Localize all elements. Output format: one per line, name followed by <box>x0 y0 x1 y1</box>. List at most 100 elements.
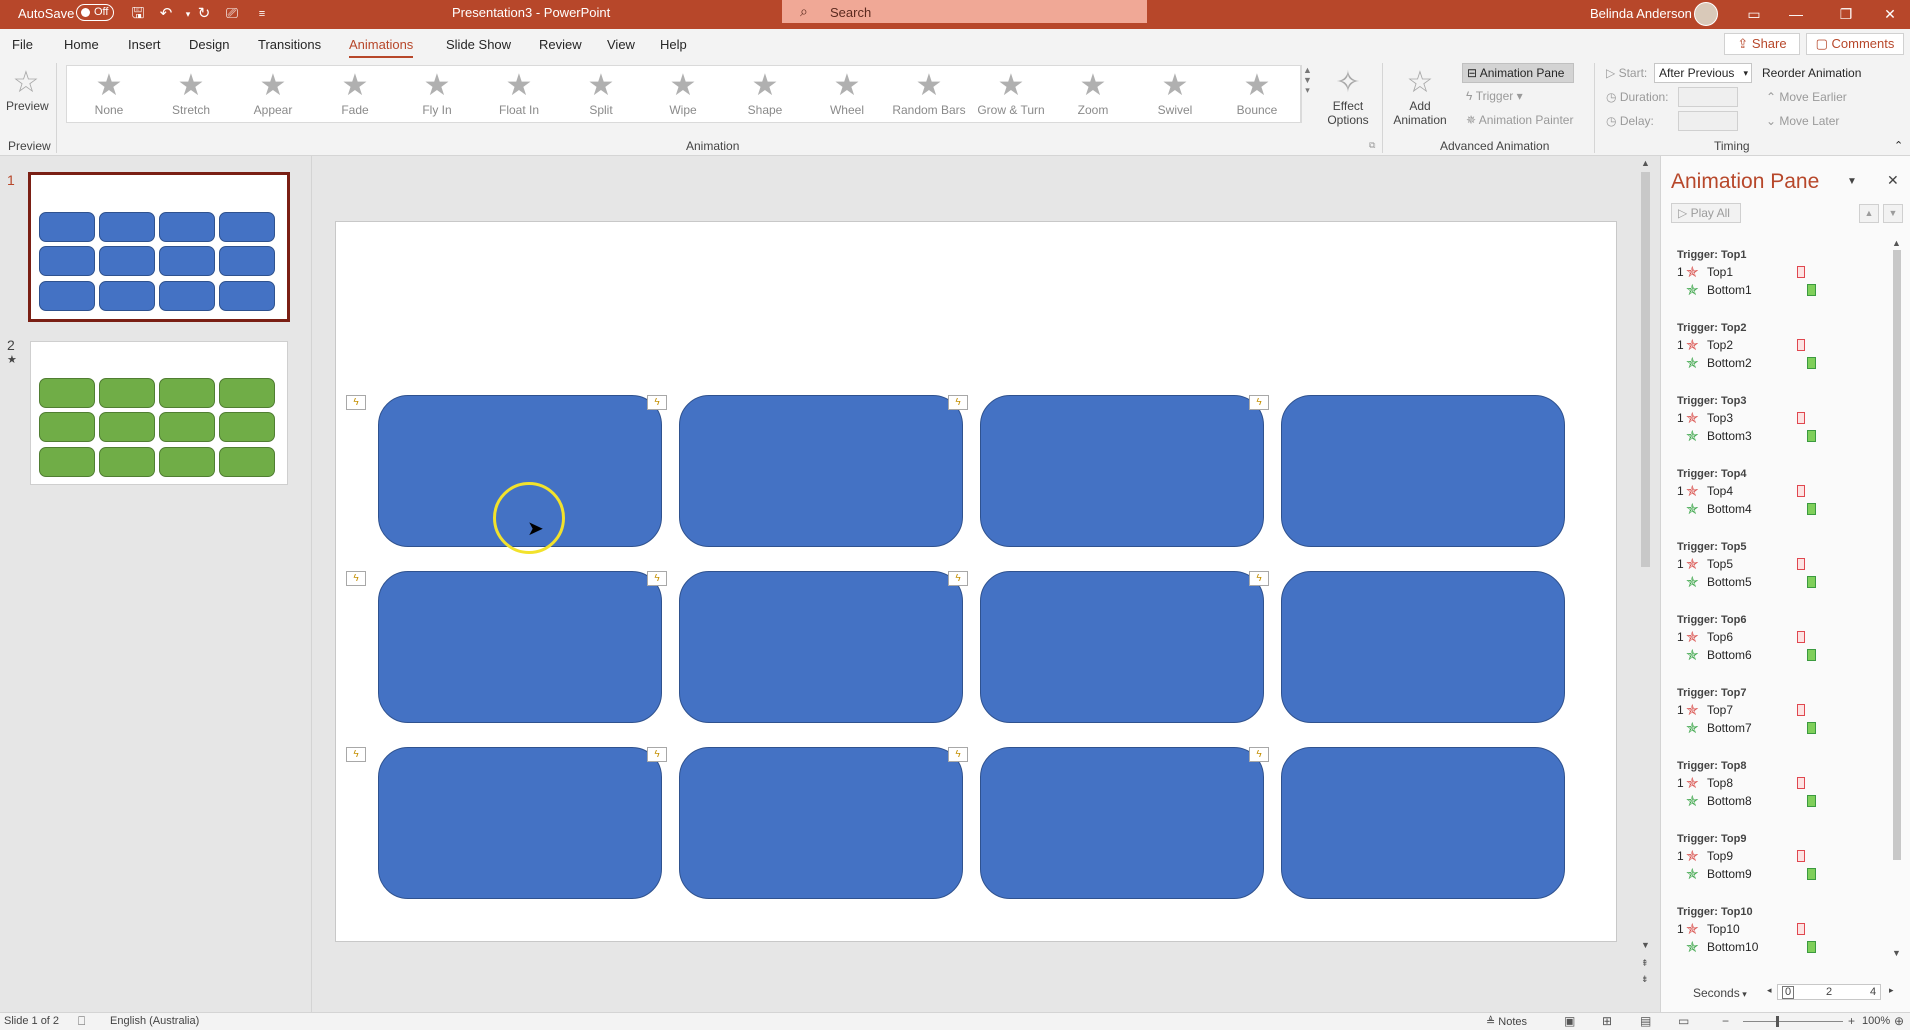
trigger-lightning-icon[interactable]: ϟ <box>948 571 968 586</box>
move-down-icon[interactable]: ▼ <box>1883 204 1903 223</box>
anim-split[interactable]: ★ Split <box>561 69 641 117</box>
anim-float-in[interactable]: ★ Float In <box>479 69 559 117</box>
trigger-button[interactable]: ϟ Trigger ▾ <box>1466 89 1523 103</box>
anim-grow-turn[interactable]: ★ Grow & Turn <box>971 69 1051 117</box>
tab-animations[interactable]: Animations <box>349 37 414 58</box>
trigger-lightning-icon[interactable]: ϟ <box>1249 747 1269 762</box>
fit-slide-icon[interactable]: ⊕ <box>1894 1014 1904 1028</box>
tab-review[interactable]: Review <box>539 37 582 52</box>
trigger-lightning-icon[interactable]: ϟ <box>948 747 968 762</box>
animation-pane-button[interactable]: ⊟ Animation Pane <box>1462 63 1574 83</box>
shape-row2[interactable] <box>1281 571 1565 723</box>
shape-row3[interactable] <box>1281 747 1565 899</box>
animation-item[interactable]: ✯ Bottom7 <box>1677 720 1889 738</box>
tab-help[interactable]: Help <box>660 37 687 52</box>
close-icon[interactable]: ✕ <box>1880 4 1900 24</box>
anim-zoom[interactable]: ★ Zoom <box>1053 69 1133 117</box>
shape-row3[interactable] <box>679 747 963 899</box>
zoom-slider-knob[interactable] <box>1776 1016 1779 1027</box>
slide-sorter-icon[interactable]: ⊞ <box>1602 1014 1612 1028</box>
save-icon[interactable]: 🖫 <box>128 4 148 24</box>
present-icon[interactable]: ⎚ <box>222 4 242 24</box>
restore-icon[interactable]: ❐ <box>1836 4 1856 24</box>
shape-row2[interactable] <box>980 571 1264 723</box>
trigger-lightning-icon[interactable]: ϟ <box>647 395 667 410</box>
animation-item[interactable]: 1 ✯ Top4 <box>1677 483 1889 501</box>
preview-button[interactable]: ☆ Preview <box>6 67 49 114</box>
animation-item[interactable]: ✯ Bottom2 <box>1677 355 1889 373</box>
undo-icon[interactable]: ↶ <box>156 4 176 24</box>
pane-close-icon[interactable]: ✕ <box>1887 172 1899 189</box>
anim-swivel[interactable]: ★ Swivel <box>1135 69 1215 117</box>
scroll-down-icon[interactable]: ▼ <box>1892 948 1901 958</box>
animation-pane-scrollbar[interactable]: ▲ ▼ <box>1889 238 1903 960</box>
ribbon-display-icon[interactable]: ▭ <box>1744 4 1764 24</box>
gallery-more-icon[interactable]: ▾ <box>1301 85 1314 96</box>
effect-options-button[interactable]: ✧ Effect Options <box>1326 67 1370 128</box>
anim-fly-in[interactable]: ★ Fly In <box>397 69 477 117</box>
animation-painter-button[interactable]: ✵ Animation Painter <box>1466 113 1573 127</box>
animation-item[interactable]: ✯ Bottom9 <box>1677 866 1889 884</box>
anim-wheel[interactable]: ★ Wheel <box>807 69 887 117</box>
redo-icon[interactable]: ↻ <box>194 4 214 24</box>
zoom-slider[interactable] <box>1743 1021 1843 1022</box>
animation-item[interactable]: ✯ Bottom8 <box>1677 793 1889 811</box>
gallery-down-icon[interactable]: ▼ <box>1301 75 1314 85</box>
notes-button[interactable]: ≜ Notes <box>1486 1015 1527 1028</box>
animation-item[interactable]: 1 ✯ Top6 <box>1677 629 1889 647</box>
shape-top3[interactable] <box>980 395 1264 547</box>
tab-slide-show[interactable]: Slide Show <box>446 37 511 52</box>
seconds-dropdown[interactable]: Seconds ▾ <box>1693 986 1747 1000</box>
trigger-lightning-icon[interactable]: ϟ <box>647 571 667 586</box>
animation-item[interactable]: ✯ Bottom5 <box>1677 574 1889 592</box>
play-all-button[interactable]: ▷ Play All <box>1671 203 1741 223</box>
share-button[interactable]: ⇪ Share <box>1724 33 1800 55</box>
spelling-icon[interactable]: ⎕ <box>78 1014 85 1029</box>
anim-shape[interactable]: ★ Shape <box>725 69 805 117</box>
anim-random-bars[interactable]: ★ Random Bars <box>889 69 969 117</box>
pane-options-icon[interactable]: ▼ <box>1847 176 1857 187</box>
gallery-scroll[interactable]: ▲ ▼ ▾ <box>1300 65 1314 123</box>
anim-appear[interactable]: ★ Appear <box>233 69 313 117</box>
animation-item[interactable]: ✯ Bottom6 <box>1677 647 1889 665</box>
comments-button[interactable]: ▢ Comments <box>1806 33 1904 55</box>
editor-scrollbar[interactable]: ▲ ▼ ⇞ ⇟ <box>1638 156 1652 990</box>
shape-top4[interactable] <box>1281 395 1565 547</box>
animation-item[interactable]: 1 ✯ Top10 <box>1677 921 1889 939</box>
duration-input[interactable] <box>1678 87 1738 107</box>
slide-canvas[interactable]: ϟ ϟ ϟ ϟ ϟ ϟ ϟ ϟ ϟ ϟ ϟ ϟ <box>335 221 1617 942</box>
collapse-ribbon-icon[interactable]: ⌃ <box>1894 139 1903 152</box>
tab-file[interactable]: File <box>12 37 33 52</box>
autosave-toggle[interactable]: Off <box>76 4 114 21</box>
scroll-thumb[interactable] <box>1893 250 1901 860</box>
tab-insert[interactable]: Insert <box>128 37 161 52</box>
trigger-lightning-icon[interactable]: ϟ <box>1249 395 1269 410</box>
slide-thumbnail-1[interactable] <box>28 172 290 322</box>
anim-stretch[interactable]: ★ Stretch <box>151 69 231 117</box>
normal-view-icon[interactable]: ▣ <box>1564 1014 1575 1028</box>
tab-transitions[interactable]: Transitions <box>258 37 321 52</box>
minimize-icon[interactable]: — <box>1786 4 1806 24</box>
start-select[interactable]: After Previous ▾ <box>1654 63 1752 83</box>
shape-row3[interactable] <box>980 747 1264 899</box>
animation-item[interactable]: 1 ✯ Top9 <box>1677 848 1889 866</box>
avatar[interactable] <box>1694 2 1718 26</box>
animation-item[interactable]: 1 ✯ Top8 <box>1677 775 1889 793</box>
shape-row2[interactable] <box>679 571 963 723</box>
add-animation-button[interactable]: ☆ Add Animation <box>1390 67 1450 128</box>
delay-input[interactable] <box>1678 111 1738 131</box>
animation-item[interactable]: 1 ✯ Top1 <box>1677 264 1889 282</box>
dialog-launcher-icon[interactable]: ⧉ <box>1369 140 1375 151</box>
slide-thumbnail-2[interactable] <box>30 341 288 485</box>
animation-item[interactable]: ✯ Bottom1 <box>1677 282 1889 300</box>
reading-view-icon[interactable]: ▤ <box>1640 1014 1651 1028</box>
animation-item[interactable]: 1 ✯ Top5 <box>1677 556 1889 574</box>
shape-row3[interactable] <box>378 747 662 899</box>
zoom-in-icon[interactable]: + <box>1848 1014 1855 1028</box>
animation-item[interactable]: 1 ✯ Top3 <box>1677 410 1889 428</box>
animation-item[interactable]: 1 ✯ Top7 <box>1677 702 1889 720</box>
slideshow-view-icon[interactable]: ▭ <box>1678 1014 1689 1028</box>
anim-wipe[interactable]: ★ Wipe <box>643 69 723 117</box>
move-earlier-button[interactable]: ⌃ Move Earlier <box>1766 90 1847 104</box>
animation-item[interactable]: ✯ Bottom3 <box>1677 428 1889 446</box>
